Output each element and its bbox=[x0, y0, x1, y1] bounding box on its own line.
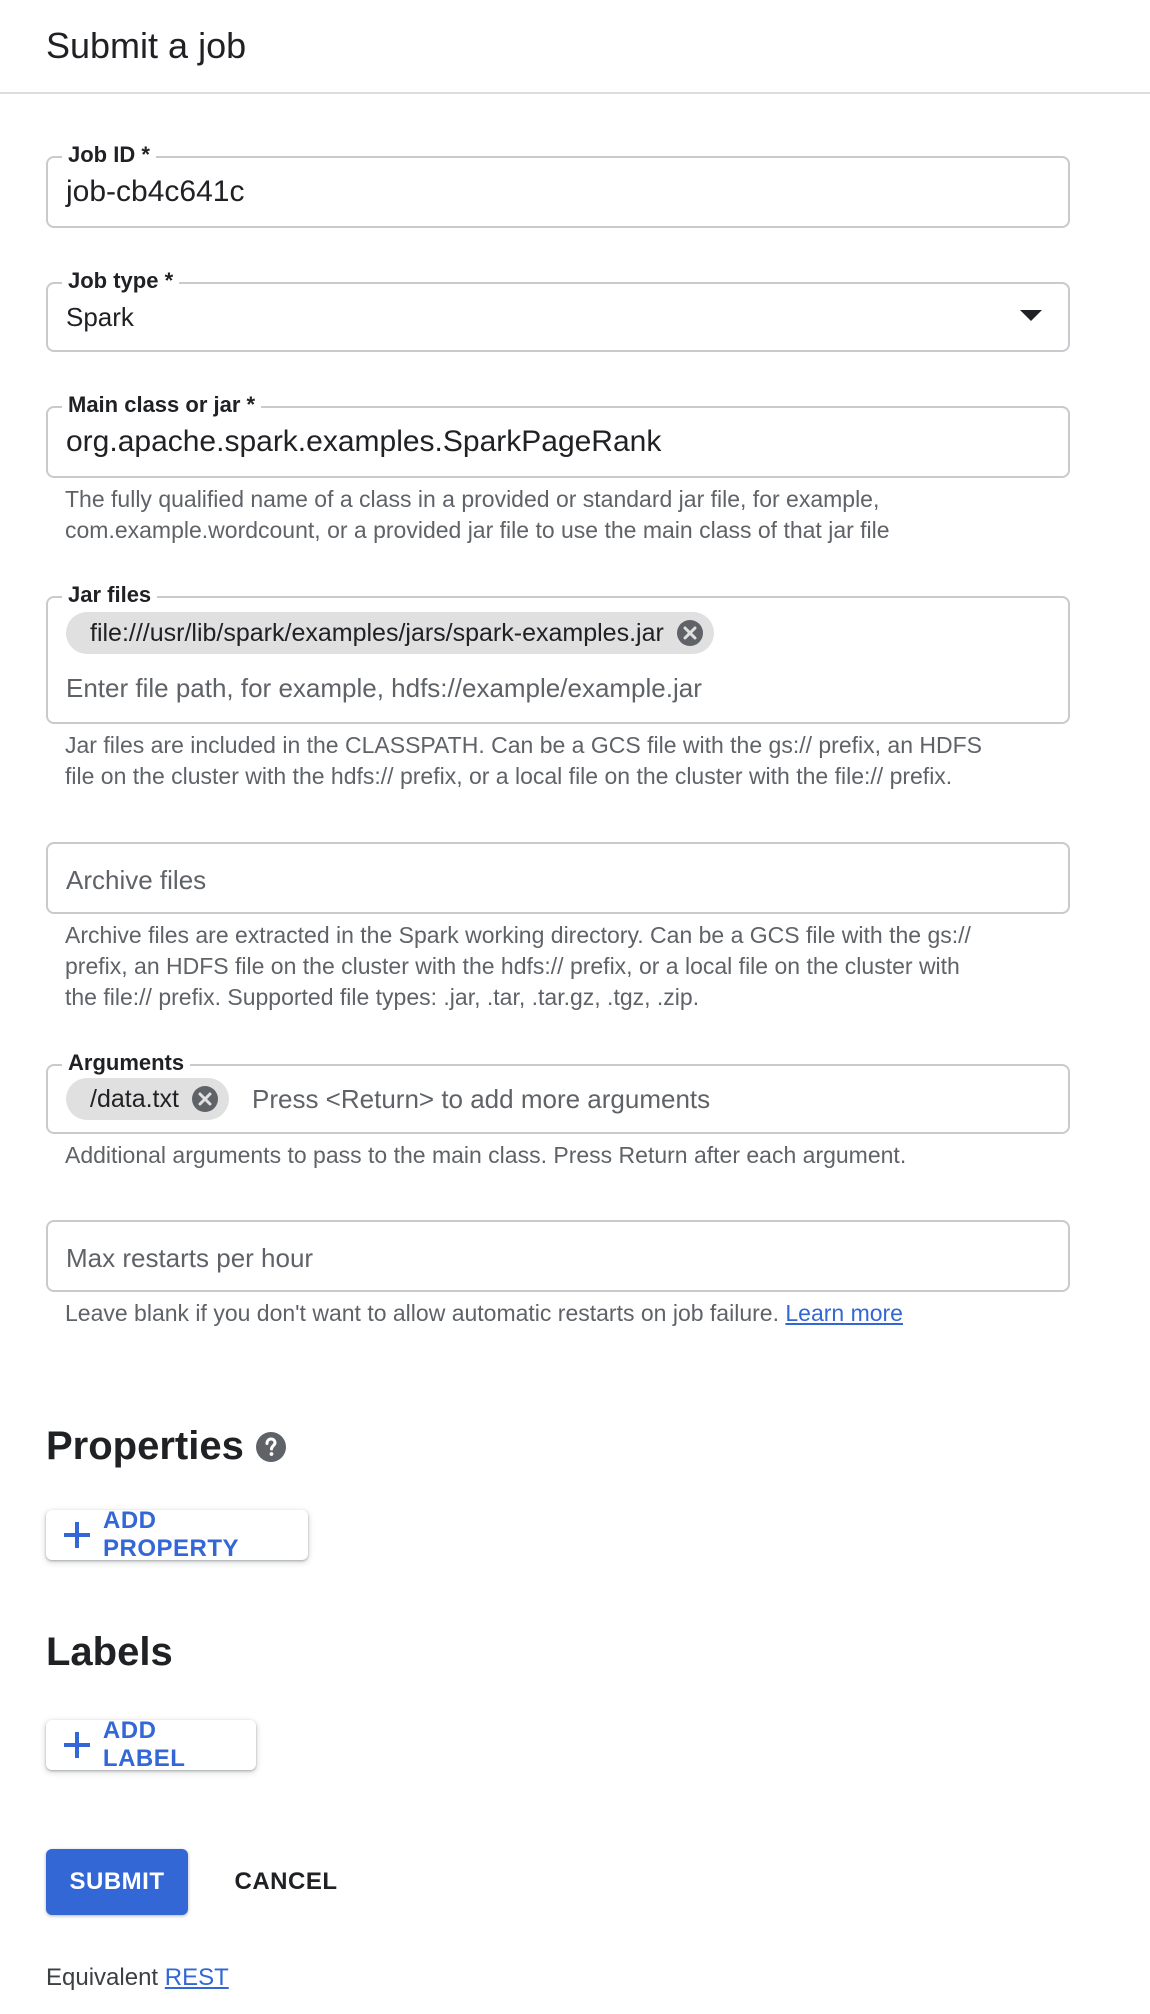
job-type-label: Job type * bbox=[62, 268, 180, 294]
rest-link[interactable]: REST bbox=[165, 1964, 229, 1991]
arguments-helper: Additional arguments to pass to the main… bbox=[65, 1142, 907, 1168]
jar-files-helper-line: file on the cluster with the hdfs:// pre… bbox=[65, 763, 953, 789]
archive-files-helper: Archive files are extracted in the Spark… bbox=[65, 920, 1025, 1013]
arguments-label: Arguments bbox=[62, 1050, 191, 1076]
argument-chip-label: /data.txt bbox=[90, 1085, 179, 1113]
main-class-helper-line: com.example.wordcount, or a provided jar… bbox=[65, 517, 890, 543]
archive-files-helper-line: Archive files are extracted in the Spark… bbox=[65, 922, 971, 948]
archive-files-field[interactable]: Archive files bbox=[46, 842, 1070, 914]
job-id-value[interactable]: job-cb4c641c bbox=[66, 174, 244, 210]
add-label-button[interactable]: ADD LABEL bbox=[46, 1717, 256, 1772]
cancel-button[interactable]: CANCEL bbox=[222, 1849, 350, 1915]
max-restarts-input[interactable]: Max restarts per hour bbox=[66, 1242, 313, 1274]
archive-files-helper-line: the file:// prefix. Supported file types… bbox=[65, 984, 700, 1010]
page-header: Submit a job bbox=[0, 0, 1150, 94]
argument-chip[interactable]: /data.txt bbox=[66, 1078, 229, 1120]
submit-button[interactable]: SUBMIT bbox=[46, 1849, 188, 1915]
main-class-field[interactable]: Main class or jar * org.apache.spark.exa… bbox=[46, 392, 1070, 478]
arguments-input[interactable]: Press <Return> to add more arguments bbox=[252, 1083, 710, 1115]
remove-chip-icon[interactable] bbox=[191, 1085, 219, 1113]
arguments-field[interactable]: Arguments /data.txt Press <Return> to ad… bbox=[46, 1050, 1070, 1134]
learn-more-link[interactable]: Learn more bbox=[785, 1300, 903, 1326]
main-class-label: Main class or jar * bbox=[62, 392, 262, 418]
dropdown-arrow-icon[interactable] bbox=[1020, 310, 1042, 321]
jar-file-chip-label: file:///usr/lib/spark/examples/jars/spar… bbox=[90, 619, 664, 647]
job-id-field[interactable]: Job ID * job-cb4c641c bbox=[46, 142, 1070, 228]
jar-files-helper-line: Jar files are included in the CLASSPATH.… bbox=[65, 732, 982, 758]
jar-file-chip[interactable]: file:///usr/lib/spark/examples/jars/spar… bbox=[66, 612, 714, 654]
remove-chip-icon[interactable] bbox=[676, 619, 704, 647]
max-restarts-helper: Leave blank if you don't want to allow a… bbox=[65, 1298, 1025, 1329]
max-restarts-field[interactable]: Max restarts per hour bbox=[46, 1220, 1070, 1292]
jar-files-field[interactable]: Jar files file:///usr/lib/spark/examples… bbox=[46, 582, 1070, 724]
add-label-label: ADD LABEL bbox=[102, 1717, 186, 1772]
footer-prefix: Equivalent bbox=[46, 1964, 159, 1991]
archive-files-helper-line: prefix, an HDFS file on the cluster with… bbox=[65, 953, 960, 979]
job-type-select[interactable]: Job type * Spark bbox=[46, 268, 1070, 352]
main-class-helper-line: The fully qualified name of a class in a… bbox=[65, 486, 880, 512]
plus-icon bbox=[64, 1522, 90, 1548]
max-restarts-helper-text: Leave blank if you don't want to allow a… bbox=[65, 1300, 779, 1326]
help-icon[interactable] bbox=[256, 1432, 286, 1462]
jar-files-input[interactable]: Enter file path, for example, hdfs://exa… bbox=[66, 672, 702, 704]
page-title: Submit a job bbox=[46, 25, 247, 66]
main-class-helper: The fully qualified name of a class in a… bbox=[65, 484, 1025, 546]
job-id-label: Job ID * bbox=[62, 142, 156, 168]
plus-icon bbox=[64, 1732, 90, 1758]
job-type-value: Spark bbox=[66, 302, 134, 332]
equivalent-rest-footer: Equivalent REST bbox=[46, 1962, 229, 1994]
properties-heading: Properties bbox=[46, 1424, 244, 1468]
main-class-value[interactable]: org.apache.spark.examples.SparkPageRank bbox=[66, 424, 661, 460]
jar-files-label: Jar files bbox=[62, 582, 158, 608]
jar-files-helper: Jar files are included in the CLASSPATH.… bbox=[65, 730, 1025, 792]
add-property-label: ADD PROPERTY bbox=[102, 1507, 240, 1562]
archive-files-input[interactable]: Archive files bbox=[66, 864, 206, 896]
labels-heading: Labels bbox=[46, 1630, 173, 1674]
add-property-button[interactable]: ADD PROPERTY bbox=[46, 1507, 308, 1562]
